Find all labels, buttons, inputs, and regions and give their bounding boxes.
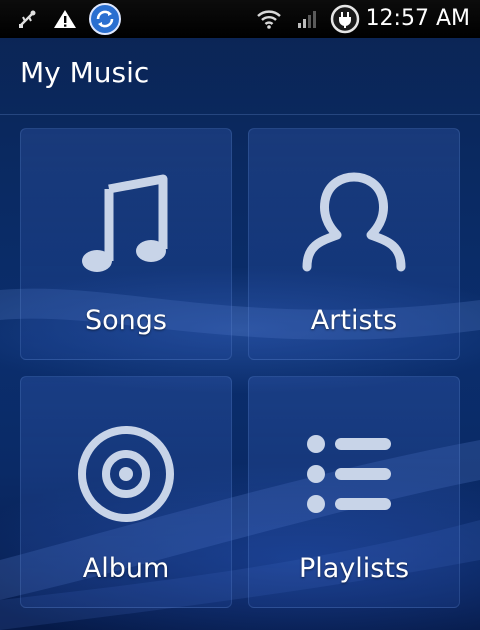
artists-label: Artists [310,305,398,336]
list-icon [307,435,391,513]
playlists-tile[interactable]: Playlists [248,376,460,608]
songs-label: Songs [85,305,167,336]
signal-icon [296,5,320,33]
clock: 12:57 AM [365,6,470,31]
warning-icon [52,5,78,33]
person-icon [302,172,406,272]
page-title: My Music [20,56,150,89]
disc-icon [78,426,174,522]
music-note-icon [82,174,168,272]
wifi-icon [254,5,284,33]
status-bar: 12:57 AM [0,0,480,38]
playlists-label: Playlists [298,553,410,584]
album-label: Album [82,553,170,584]
artists-tile[interactable]: Artists [248,128,460,360]
charging-icon [328,4,362,34]
header: My Music [0,38,480,115]
album-tile[interactable]: Album [20,376,232,608]
sync-icon [88,3,122,35]
songs-tile[interactable]: Songs [20,128,232,360]
usb-debug-icon [14,5,40,33]
